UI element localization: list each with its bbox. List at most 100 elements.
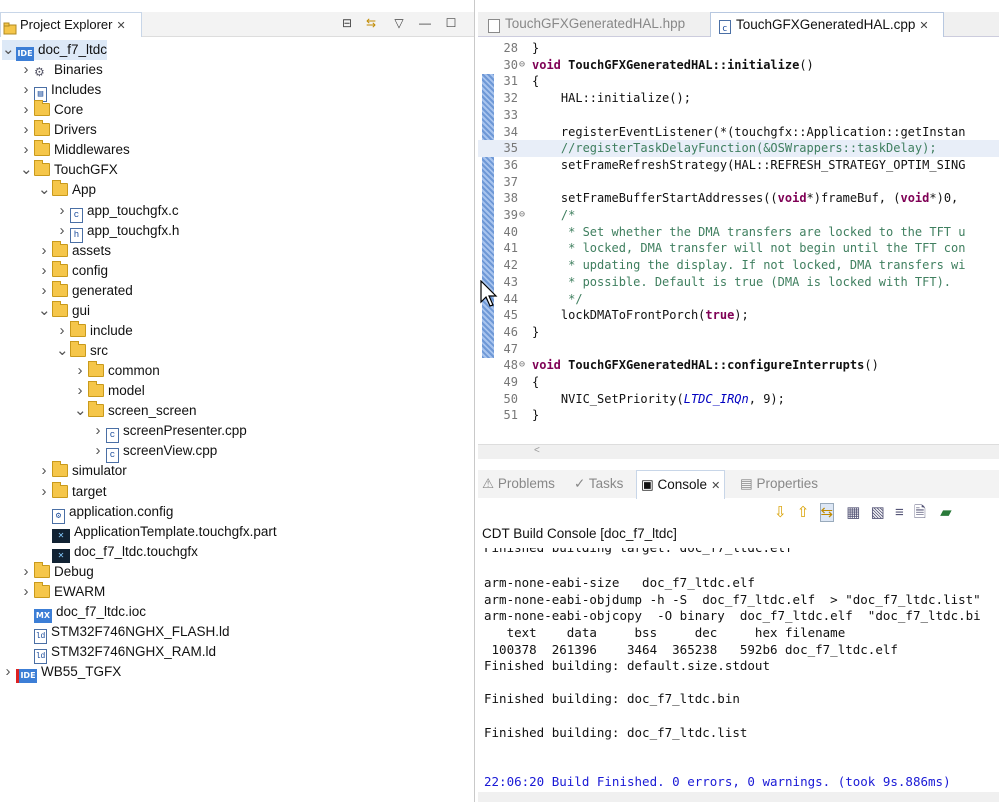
tree-item[interactable]: › c screenPresenter.cpp	[92, 421, 247, 444]
tree-item[interactable]: › common	[74, 361, 160, 381]
tree-item[interactable]: › ▤ Includes	[20, 80, 101, 103]
tree-item[interactable]: ⌄ src	[56, 341, 108, 361]
fold-icon[interactable]: ⊖	[519, 207, 525, 224]
tab-generated-hal-hpp[interactable]: TouchGFXGeneratedHAL.hpp	[480, 12, 706, 36]
chevron-right-icon[interactable]: ›	[20, 140, 32, 160]
code-line[interactable]: 40 * Set whether the DMA transfers are l…	[478, 224, 999, 241]
close-icon[interactable]: ✕	[711, 472, 720, 500]
code-line[interactable]: 44 */	[478, 291, 999, 308]
code-line[interactable]: 51}	[478, 407, 999, 424]
code-area[interactable]: 28} 30 ⊖ void TouchGFXGeneratedHAL::initial…	[478, 40, 999, 460]
open-console-icon[interactable]: ▰	[940, 504, 952, 521]
code-line[interactable]: 35 //registerTaskDelayFunction(&OSWrappe…	[478, 140, 999, 157]
chevron-down-icon[interactable]: ⌄	[38, 180, 51, 200]
tree-item[interactable]: ⌄ IDE doc_f7_ltdc	[2, 40, 108, 61]
chevron-right-icon[interactable]: ›	[56, 201, 68, 221]
collapse-all-icon[interactable]: ⊟	[338, 14, 356, 32]
chevron-right-icon[interactable]: ›	[20, 120, 32, 140]
tab-project-explorer[interactable]: Project Explorer ✕	[0, 12, 142, 37]
code-line[interactable]: 41 * locked, DMA transfer will not begin…	[478, 240, 999, 257]
chevron-down-icon[interactable]: ⌄	[20, 160, 33, 180]
chevron-right-icon[interactable]: ›	[92, 441, 104, 461]
word-wrap-icon[interactable]: ≡	[895, 504, 904, 521]
code-line[interactable]: 49 {	[478, 374, 999, 391]
code-line[interactable]: 43 * possible. Default is true (DMA is l…	[478, 274, 999, 291]
tree-item[interactable]: ✕ ApplicationTemplate.touchgfx.part	[38, 522, 277, 543]
maximize-icon[interactable]: ☐	[442, 14, 460, 32]
link-with-editor-icon[interactable]: ⇆	[362, 14, 380, 32]
tree-item[interactable]: ⚙ application.config	[38, 502, 173, 524]
tree-item[interactable]: ⌄ App	[38, 180, 96, 200]
fold-icon[interactable]: ⊖	[519, 357, 525, 374]
tree-item[interactable]: MX doc_f7_ltdc.ioc	[20, 602, 146, 623]
tree-item[interactable]: ld STM32F746NGHX_RAM.ld	[20, 642, 216, 665]
code-line[interactable]: 37	[478, 174, 999, 191]
fold-icon[interactable]: ⊖	[519, 57, 525, 74]
close-icon[interactable]: ✕	[116, 14, 125, 38]
tree-item[interactable]: › model	[74, 381, 145, 401]
code-line[interactable]: 28}	[478, 40, 999, 57]
code-line[interactable]: 47	[478, 341, 999, 358]
chevron-right-icon[interactable]: ›	[38, 461, 50, 481]
code-line[interactable]: 39 ⊖ /*	[478, 207, 999, 224]
tab-generated-hal-cpp[interactable]: c TouchGFXGeneratedHAL.cpp ✕	[710, 12, 944, 37]
chevron-right-icon[interactable]: ›	[56, 321, 68, 341]
code-line[interactable]: 38 setFrameBufferStartAddresses((void*)f…	[478, 190, 999, 207]
tree-item[interactable]: ⌄ TouchGFX	[20, 160, 118, 180]
tree-item[interactable]: › c screenView.cpp	[92, 441, 217, 464]
pin-console-icon[interactable]: ▧	[871, 504, 885, 521]
tree-item[interactable]: ld STM32F746NGHX_FLASH.ld	[20, 622, 230, 645]
code-line[interactable]: 45 lockDMAToFrontPorch(true);	[478, 307, 999, 324]
code-line[interactable]: 46}	[478, 324, 999, 341]
tree-item[interactable]: › IDE WB55_TGFX	[2, 662, 121, 684]
tree-item[interactable]: › simulator	[38, 461, 127, 481]
code-line[interactable]: 42 * updating the display. If not locked…	[478, 257, 999, 274]
tab-tasks[interactable]: ✓ Tasks	[574, 470, 623, 498]
chevron-right-icon[interactable]: ›	[20, 562, 32, 582]
chevron-right-icon[interactable]: ›	[92, 421, 104, 441]
chevron-right-icon[interactable]: ›	[38, 482, 50, 502]
tree-item[interactable]: › assets	[38, 240, 111, 261]
chevron-right-icon[interactable]: ›	[20, 582, 32, 602]
tree-item[interactable]: › c app_touchgfx.c	[56, 201, 179, 223]
clear-console-icon[interactable]: 🗎	[914, 504, 926, 521]
horizontal-scrollbar[interactable]: <	[478, 444, 999, 459]
tab-problems[interactable]: ⚠ Problems	[482, 470, 555, 498]
tree-item[interactable]: › Middlewares	[20, 140, 130, 160]
chevron-right-icon[interactable]: ›	[74, 381, 86, 401]
console-scrollbar[interactable]	[478, 792, 999, 802]
link-console-icon[interactable]: ⇆	[819, 503, 835, 522]
tree-item[interactable]: ⌄ screen_screen	[74, 401, 197, 421]
code-line[interactable]: 50 NVIC_SetPriority(LTDC_IRQn, 9);	[478, 391, 999, 408]
chevron-right-icon[interactable]: ›	[74, 361, 86, 381]
tree-item[interactable]: › generated	[38, 280, 133, 301]
previous-error-icon[interactable]: ⇧	[797, 504, 810, 521]
tree-item[interactable]: › target	[38, 481, 107, 502]
chevron-right-icon[interactable]: ›	[38, 241, 50, 261]
tree-item[interactable]: › EWARM	[20, 581, 105, 602]
scroll-left-icon[interactable]: <	[534, 445, 540, 456]
tree-item[interactable]: › h app_touchgfx.h	[56, 221, 179, 243]
code-line[interactable]: 34 registerEventListener(*(touchgfx::App…	[478, 124, 999, 141]
code-line[interactable]: 33	[478, 107, 999, 124]
scroll-lock-icon[interactable]: ▦	[846, 504, 860, 521]
chevron-right-icon[interactable]: ›	[38, 261, 50, 281]
chevron-down-icon[interactable]: ⌄	[2, 40, 15, 60]
chevron-right-icon[interactable]: ›	[20, 80, 32, 100]
code-line[interactable]: 32 HAL::initialize();	[478, 90, 999, 107]
code-line[interactable]: 48 ⊖ void TouchGFXGeneratedHAL::configureI…	[478, 357, 999, 374]
chevron-right-icon[interactable]: ›	[56, 221, 68, 241]
tree-item[interactable]: › include	[56, 320, 133, 341]
tree-item[interactable]: ⌄ gui	[38, 300, 90, 321]
tab-properties[interactable]: ▤ Properties	[740, 470, 818, 498]
chevron-down-icon[interactable]: ⌄	[38, 301, 51, 321]
chevron-right-icon[interactable]: ›	[20, 100, 32, 120]
chevron-down-icon[interactable]: ⌄	[56, 341, 69, 361]
tree-item[interactable]: › ⚙ Binaries	[20, 60, 103, 80]
chevron-right-icon[interactable]: ›	[20, 60, 32, 80]
code-line[interactable]: 30 ⊖ void TouchGFXGeneratedHAL::initialize…	[478, 57, 999, 74]
chevron-right-icon[interactable]: ›	[2, 662, 14, 682]
tree-item[interactable]: › Core	[20, 100, 83, 120]
close-icon[interactable]: ✕	[919, 14, 928, 38]
code-line[interactable]: 36 setFrameRefreshStrategy(HAL::REFRESH_…	[478, 157, 999, 174]
